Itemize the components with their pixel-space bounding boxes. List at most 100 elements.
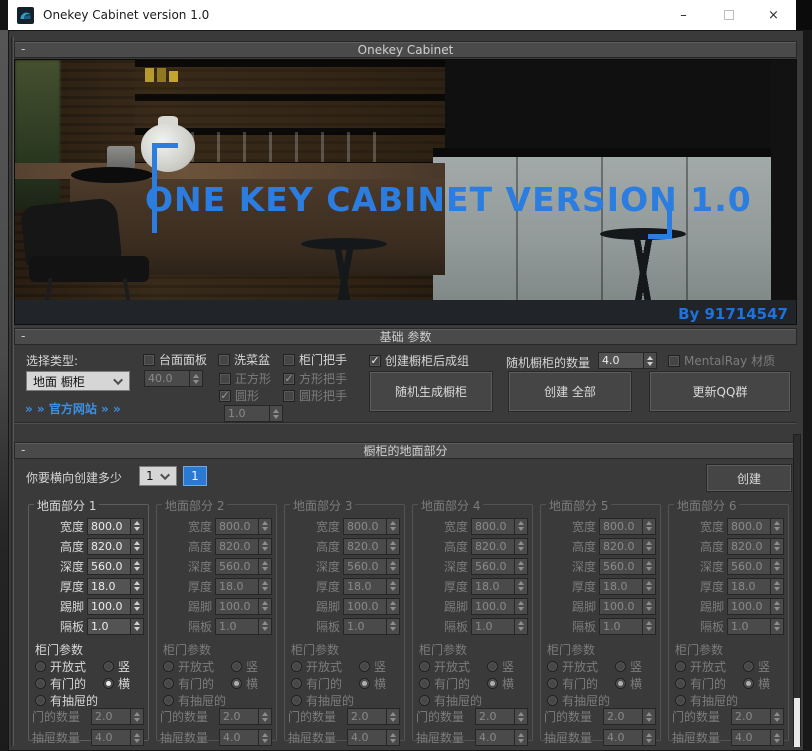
spinner-down-icon [134,547,140,551]
spinner-arrows[interactable] [131,598,144,615]
spinner-down-icon [774,547,780,551]
banner-art-stool [608,238,678,308]
height-label: 高度 [572,538,596,555]
spinner-up-icon [518,561,524,565]
radio-circle [419,661,430,672]
depth-row: 深度 560.0 [157,556,276,576]
with-drawer-radio[interactable]: 有抽屉的 [35,692,98,709]
countertop-height-spinner: 40.0 [144,370,203,387]
groupbox-title: 地面部分 6 [674,497,739,514]
checkbox-label: 台面面板 [159,351,207,368]
spinner-up-icon [774,561,780,565]
sink-checkbox[interactable]: ✓ 洗菜盆 [218,351,270,368]
height-spinner: 820.0 [343,538,400,555]
depth-label: 深度 [700,558,724,575]
spinner-down-icon [134,567,140,571]
open-style-radio: 开放式 [291,658,342,675]
dimension-rows: 宽度 800.0 高度 820.0 深度 560.0 厚度 18.0 踢脚 10… [541,516,660,636]
official-website-link[interactable]: » » 官方网站 » » [25,400,121,417]
shelf-spinner[interactable]: 1.0 [87,618,144,635]
random-count-spinner[interactable]: 4.0 [598,352,657,369]
dialog-body: - Onekey Cabinet [8,30,804,751]
spinner-down-icon [390,607,396,611]
door-handle-checkbox[interactable]: ✓ 柜门把手 [283,351,347,368]
banner-art-right-shadow [771,60,796,325]
check-icon: ✓ [370,355,379,366]
height-label: 高度 [60,538,84,555]
scrollbar-thumb[interactable] [794,698,800,747]
spinner-arrows[interactable] [644,352,657,369]
spinner-up-icon [518,733,524,737]
spinner-down-icon [646,718,652,722]
spinner-value: 560.0 [599,558,643,575]
create-button[interactable]: 创建 [706,464,792,492]
update-qq-button[interactable]: 更新QQ群 [649,371,791,412]
spinner-down-icon [518,718,524,722]
spinner-arrows [259,729,272,746]
spinner-arrows[interactable] [131,618,144,635]
random-generate-button[interactable]: 随机生成橱柜 [369,371,493,412]
radio-circle [103,678,114,689]
maximize-icon [724,10,734,20]
minimize-button[interactable]: – [661,0,706,30]
rollout-header-banner[interactable]: - Onekey Cabinet [14,41,797,58]
height-spinner[interactable]: 820.0 [87,538,144,555]
radio-label: 有抽屉的 [178,692,226,709]
spinner-up-icon [134,521,140,525]
spinner-value: 2.0 [475,708,515,725]
vertical-radio[interactable]: 竖 [103,658,130,675]
spinner-up-icon [774,581,780,585]
rollout-title: Onekey Cabinet [15,43,796,57]
close-button[interactable]: × [751,0,796,30]
round-checkbox: ✓ 圆形 [219,387,259,404]
spinner-up-icon [647,356,653,360]
group-after-create-checkbox[interactable]: ✓ 创建橱柜后成组 [369,352,469,369]
spinner-arrows[interactable] [131,518,144,535]
spinner-down-icon [134,718,140,722]
rollout-header-floor[interactable]: - 橱柜的地面部分 [14,442,797,459]
thickness-spinner[interactable]: 18.0 [87,578,144,595]
drawer-count-spinner: 4.0 [475,729,528,746]
spinner-value: 820.0 [215,538,259,555]
spinner-up-icon [134,601,140,605]
shelf-label: 隔板 [60,618,84,635]
spinner-down-icon [390,587,396,591]
dropdown-value: 1 [146,469,154,483]
horizontal-radio: 横 [231,675,258,692]
spinner-value: 2.0 [731,708,771,725]
cabinet-type-dropdown[interactable]: 地面 橱柜 [26,371,130,391]
spinner-arrows[interactable] [131,538,144,555]
horizontal-radio[interactable]: 横 [103,675,130,692]
open-style-radio[interactable]: 开放式 [35,658,86,675]
checkbox-label: 创建橱柜后成组 [385,352,469,369]
width-spinner[interactable]: 800.0 [87,518,144,535]
spinner-down-icon [134,607,140,611]
depth-spinner[interactable]: 560.0 [87,558,144,575]
depth-label: 深度 [60,558,84,575]
banner-overlay-text: ONE KEY CABINET VERSION 1.0 [145,180,741,219]
spinner-arrows [515,729,528,746]
floor-section-groupbox: 地面部分 4 宽度 800.0 高度 820.0 深度 560.0 厚度 18.… [412,504,533,741]
spinner-value: 1.0 [343,618,387,635]
spinner-up-icon [390,733,396,737]
count-toggle-button[interactable]: 1 [183,466,207,486]
spinner-arrows[interactable] [131,578,144,595]
rollout-header-basic[interactable]: - 基础 参数 [14,328,797,345]
with-door-radio[interactable]: 有门的 [35,675,86,692]
countertop-checkbox[interactable]: ✓ 台面面板 [143,351,207,368]
count-dropdown[interactable]: 1 [139,466,177,486]
radio-circle [231,678,242,689]
door-params-label: 柜门参数 [675,641,723,658]
spinner-value: 4.0 [731,729,771,746]
thickness-label: 厚度 [700,578,724,595]
kickboard-spinner[interactable]: 100.0 [87,598,144,615]
create-all-button[interactable]: 创建 全部 [508,371,632,412]
spinner-value: 560.0 [343,558,387,575]
spinner-down-icon [518,627,524,631]
spinner-arrows[interactable] [131,558,144,575]
groupbox-title: 地面部分 2 [162,497,227,514]
thickness-row: 厚度 18.0 [157,576,276,596]
spinner-arrows [387,729,400,746]
banner-art-bowl [71,167,153,183]
with-drawer-radio: 有抽屉的 [419,692,482,709]
